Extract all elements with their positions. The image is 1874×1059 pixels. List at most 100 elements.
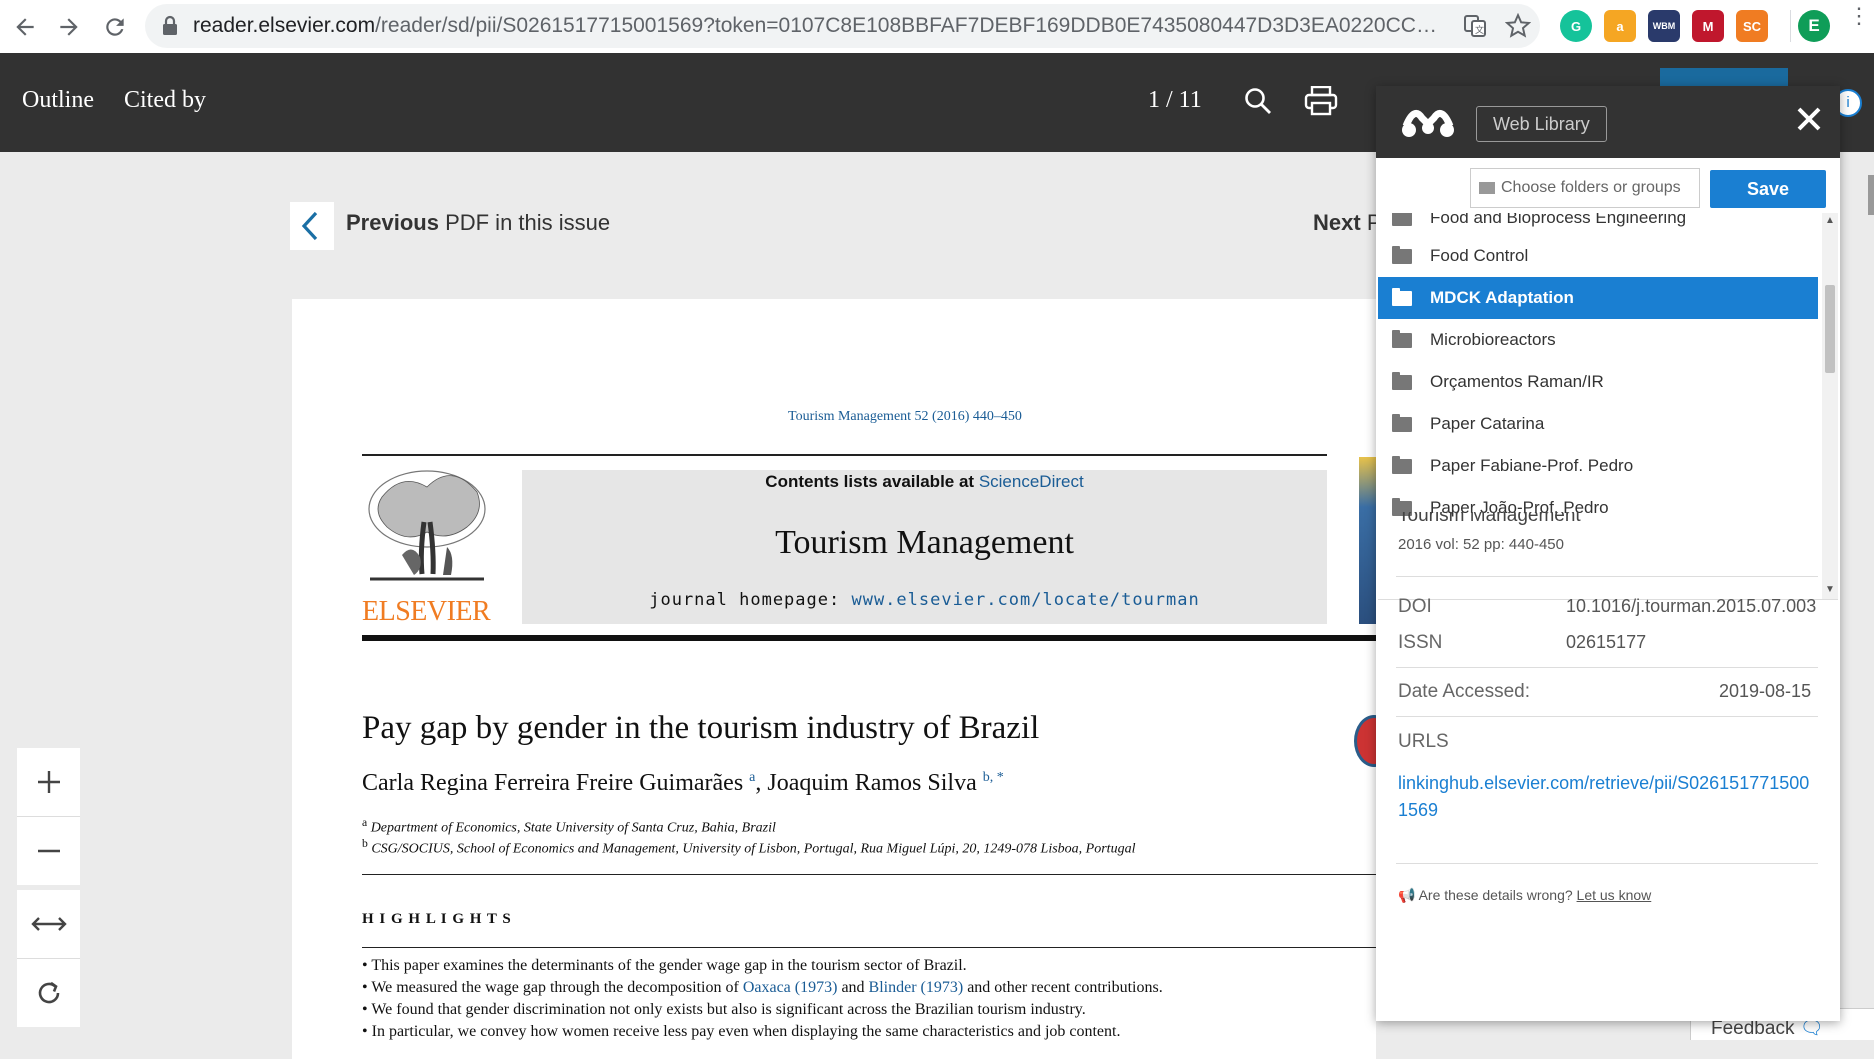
folder-item[interactable]: Microbioreactors	[1378, 319, 1818, 361]
folder-icon	[1392, 287, 1412, 306]
megaphone-icon: 📢	[1398, 887, 1416, 903]
chrome-menu-icon[interactable]: ⋮	[1848, 5, 1870, 27]
folder-icon	[1479, 182, 1495, 194]
folder-select-input[interactable]: Choose folders or groups	[1470, 168, 1700, 208]
date-accessed-value[interactable]: 2019-08-15	[1719, 681, 1811, 702]
divider	[1396, 863, 1818, 864]
zoom-in-button[interactable]	[17, 748, 80, 817]
fit-width-icon	[30, 917, 67, 931]
forward-arrow-icon[interactable]	[50, 8, 88, 46]
date-accessed-label: Date Accessed:	[1398, 681, 1531, 702]
scroll-down-icon[interactable]: ▼	[1825, 584, 1835, 595]
journal-homepage: journal homepage: www.elsevier.com/locat…	[649, 590, 1200, 610]
divider	[1396, 716, 1818, 717]
rotate-icon	[38, 981, 59, 1004]
highlights-list: • This paper examines the determinants o…	[362, 955, 1372, 1043]
save-button[interactable]: Save	[1710, 170, 1826, 208]
journal-info: 2016 vol: 52 pp: 440-450	[1398, 536, 1564, 553]
scroll-up-icon[interactable]: ▲	[1825, 215, 1835, 226]
folder-item[interactable]: Food Control	[1378, 235, 1818, 277]
folder-item-selected[interactable]: MDCK Adaptation	[1378, 277, 1818, 319]
highlight-3: • We found that gender discrimination no…	[362, 1001, 1086, 1018]
urls-label: URLS	[1398, 731, 1449, 752]
grammarly-icon[interactable]: G	[1560, 10, 1592, 42]
journal-banner: Contents lists available at ScienceDirec…	[522, 470, 1327, 624]
article-title: Pay gap by gender in the tourism industr…	[362, 710, 1040, 746]
folder-icon	[1392, 455, 1412, 474]
let-us-know-link[interactable]: Let us know	[1577, 887, 1652, 903]
svg-text:文: 文	[1475, 24, 1484, 36]
plus-icon	[37, 771, 60, 793]
close-icon[interactable]	[1796, 106, 1822, 137]
pdf-page: Tourism Management 52 (2016) 440–450 ELS…	[292, 299, 1376, 1059]
affiliation-a: a Department of Economics, State Univers…	[362, 816, 776, 836]
previous-pdf-button[interactable]	[290, 202, 334, 250]
highlights-rule-top	[362, 874, 1376, 875]
doi-value[interactable]: 10.1016/j.tourman.2015.07.003	[1566, 596, 1816, 617]
chevron-left-icon	[301, 211, 318, 241]
affiliation-b: b CSG/SOCIUS, School of Economics and Ma…	[362, 837, 1136, 857]
elsevier-wordmark: ELSEVIER	[362, 596, 491, 627]
journal-citation[interactable]: Tourism Management 52 (2016) 440–450	[788, 409, 1022, 425]
fit-width-button[interactable]	[17, 890, 80, 959]
address-bar[interactable]: reader.elsevier.com/reader/sd/pii/S02615…	[145, 4, 1540, 48]
folder-icon	[1392, 213, 1412, 226]
url-value[interactable]: linkinghub.elsevier.com/retrieve/pii/S02…	[1398, 770, 1809, 824]
folder-icon	[1392, 245, 1412, 264]
report-details-line: 📢 Are these details wrong? Let us know	[1398, 887, 1652, 903]
page-scrollbar-thumb[interactable]	[1868, 175, 1874, 215]
wayback-icon[interactable]: WBM	[1648, 10, 1680, 42]
rotate-button[interactable]	[17, 959, 80, 1027]
folder-item[interactable]: Orçamentos Raman/IR	[1378, 361, 1818, 403]
chat-bubble-icon: 🗨	[1799, 1018, 1824, 1039]
divider	[1396, 667, 1818, 668]
doi-label: DOI	[1398, 596, 1432, 617]
divider	[1396, 576, 1818, 577]
next-pdf-label[interactable]: Next P	[1313, 210, 1382, 236]
elsevier-tree-logo	[362, 467, 492, 597]
shopping-bag-icon[interactable]: a	[1604, 10, 1636, 42]
scrollbar-thumb[interactable]	[1825, 285, 1835, 373]
zoom-out-button[interactable]	[17, 817, 80, 885]
journal-name-partial: Tourism Management	[1398, 512, 1581, 526]
issn-label: ISSN	[1398, 632, 1443, 653]
journal-name: Tourism Management	[775, 524, 1074, 561]
translate-icon[interactable]: 文	[1463, 14, 1487, 43]
search-icon[interactable]	[1244, 87, 1272, 120]
header-rule	[362, 454, 1327, 456]
web-library-button[interactable]: Web Library	[1476, 106, 1607, 142]
mendeley-header: Web Library	[1376, 86, 1840, 158]
authors: Carla Regina Ferreira Freire Guimarães a…	[362, 770, 1004, 796]
crossmark-icon[interactable]	[1354, 715, 1376, 767]
outline-link[interactable]: Outline	[22, 87, 94, 114]
download-button[interactable]	[1660, 68, 1788, 88]
sc-icon[interactable]: SC	[1736, 10, 1768, 42]
folder-icon	[1392, 329, 1412, 348]
mendeley-ext-icon[interactable]: M	[1692, 10, 1724, 42]
reload-icon[interactable]	[96, 8, 134, 46]
back-arrow-icon[interactable]	[6, 8, 44, 46]
highlight-1: • This paper examines the determinants o…	[362, 957, 967, 974]
print-icon[interactable]	[1304, 85, 1338, 121]
highlight-4: • In particular, we convey how women rec…	[362, 1023, 1121, 1040]
banner-rule	[362, 635, 1376, 641]
folder-item[interactable]: Paper Fabiane-Prof. Pedro	[1378, 445, 1818, 487]
issn-value[interactable]: 02615177	[1566, 632, 1646, 653]
bookmark-star-icon[interactable]	[1504, 12, 1532, 44]
page-indicator: 1 / 11	[1148, 87, 1202, 113]
contents-line: Contents lists available at ScienceDirec…	[765, 472, 1084, 491]
minus-icon	[37, 849, 60, 853]
journal-cover-thumbnail	[1359, 457, 1376, 624]
profile-avatar[interactable]: E	[1798, 10, 1830, 42]
folder-item[interactable]: Paper Catarina	[1378, 403, 1818, 445]
highlights-rule-bottom	[362, 947, 1376, 948]
folder-icon	[1392, 371, 1412, 390]
cited-by-link[interactable]: Cited by	[124, 87, 206, 114]
url-text[interactable]: reader.elsevier.com/reader/sd/pii/S02615…	[193, 14, 1443, 38]
folder-list-scrollbar[interactable]: ▲ ▼	[1822, 213, 1838, 599]
previous-pdf-label[interactable]: Previous PDF in this issue	[346, 210, 610, 236]
mendeley-importer-panel: Web Library Choose folders or groups Sav…	[1376, 86, 1840, 1021]
browser-toolbar: reader.elsevier.com/reader/sd/pii/S02615…	[0, 0, 1874, 54]
lock-icon	[161, 15, 179, 42]
toolbar-divider	[1790, 10, 1791, 42]
